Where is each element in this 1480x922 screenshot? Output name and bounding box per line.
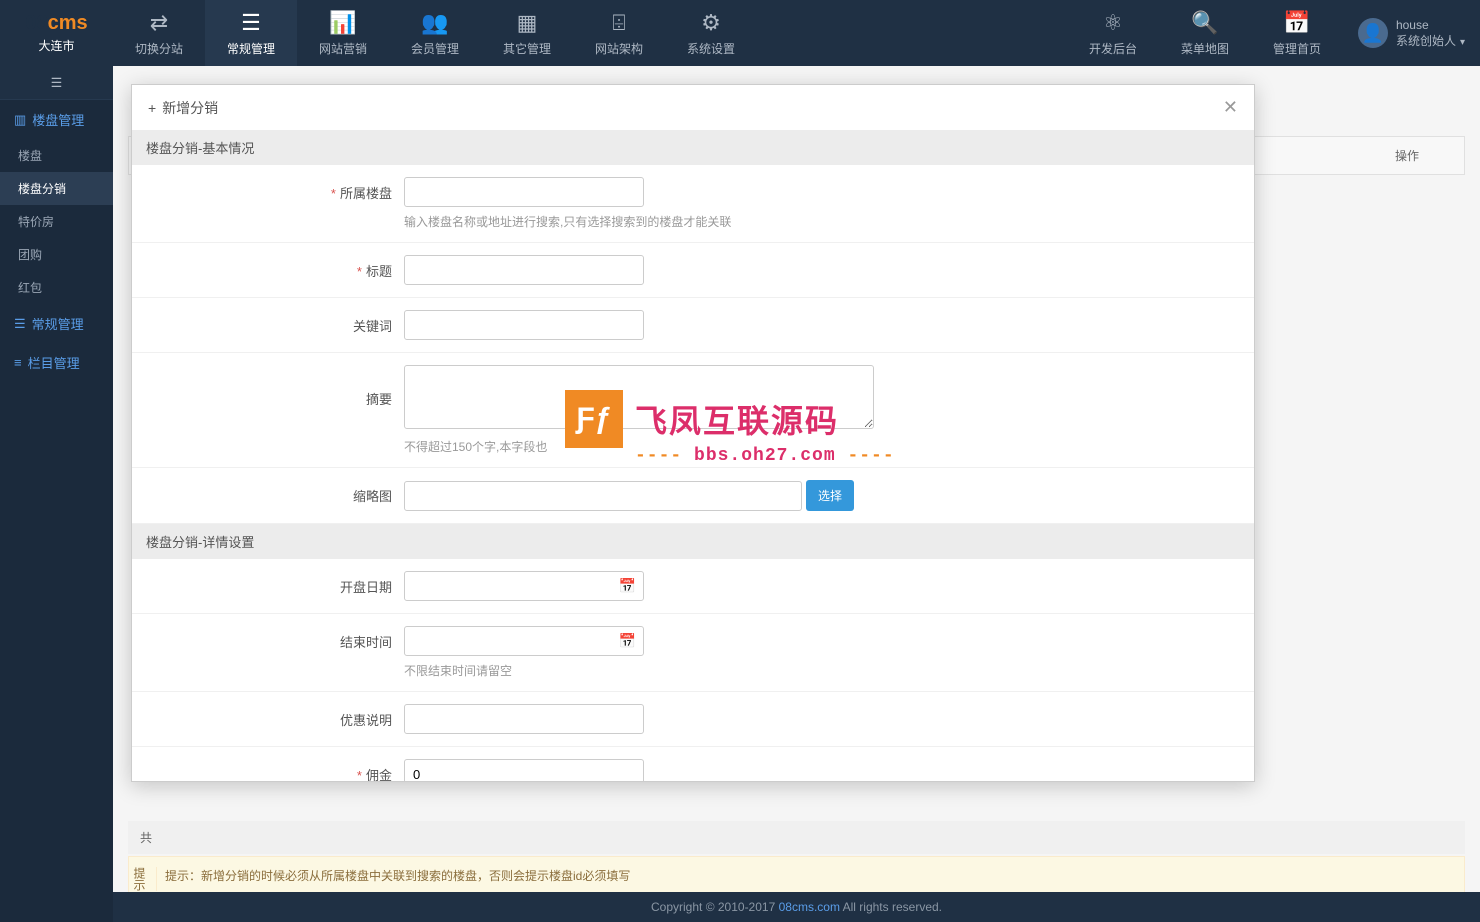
modal-header: + 新增分销 ✕ xyxy=(132,85,1254,130)
sidebar-toggle[interactable]: ☰ xyxy=(0,66,113,100)
section-basic: 楼盘分销-基本情况 xyxy=(132,130,1254,165)
search-icon: 🔍 xyxy=(1191,10,1218,36)
nav-marketing[interactable]: 📊网站营销 xyxy=(297,0,389,66)
users-icon: 👥 xyxy=(421,10,448,36)
copyright: Copyright © 2010-2017 08cms.com All righ… xyxy=(113,892,1480,922)
label-summary: 摘要 xyxy=(366,392,392,407)
menu-icon: ≡ xyxy=(14,355,22,370)
title-input[interactable] xyxy=(404,255,644,285)
label-associated: 所属楼盘 xyxy=(340,186,392,201)
sidebar-group-building[interactable]: ▥楼盘管理 xyxy=(0,100,113,139)
nav-member[interactable]: 👥会员管理 xyxy=(389,0,481,66)
calendar-icon: 📅 xyxy=(1283,10,1310,36)
plus-icon: + xyxy=(148,100,156,116)
atom-icon: ⚛ xyxy=(1103,10,1123,36)
building-icon: ▥ xyxy=(14,112,26,128)
nav-switch-site[interactable]: ⇄切换分站 xyxy=(113,0,205,66)
modal-body: 楼盘分销-基本情况 *所属楼盘 输入楼盘名称或地址进行搜索,只有选择搜索到的楼盘… xyxy=(132,130,1254,781)
swap-icon: ⇄ xyxy=(150,10,168,36)
label-keywords: 关键词 xyxy=(353,319,392,334)
end-time-input[interactable] xyxy=(404,626,644,656)
avatar: 👤 xyxy=(1358,18,1388,48)
help-end-time: 不限结束时间请留空 xyxy=(404,662,1234,679)
top-navigation: 08cms 大连市 ⇄切换分站 ☰常规管理 📊网站营销 👥会员管理 ▦其它管理 … xyxy=(0,0,1480,66)
help-associated: 输入楼盘名称或地址进行搜索,只有选择搜索到的楼盘才能关联 xyxy=(404,213,1234,230)
copyright-link[interactable]: 08cms.com xyxy=(779,900,840,914)
sidebar-item-group[interactable]: 团购 xyxy=(0,238,113,271)
label-commission: 佣金 xyxy=(366,768,392,781)
sidebar-item-redpacket[interactable]: 红包 xyxy=(0,271,113,304)
label-end-time: 结束时间 xyxy=(340,635,392,650)
modal-close-button[interactable]: ✕ xyxy=(1223,97,1238,118)
grid-icon: ▦ xyxy=(517,10,538,36)
summary-textarea[interactable] xyxy=(404,365,874,429)
table-header-op: 操作 xyxy=(1395,147,1449,164)
gear-icon: ⚙ xyxy=(701,10,721,36)
logo: 08cms 大连市 xyxy=(0,2,113,64)
nav-other[interactable]: ▦其它管理 xyxy=(481,0,573,66)
add-distribution-modal: + 新增分销 ✕ 楼盘分销-基本情况 *所属楼盘 输入楼盘名称或地址进行搜索,只… xyxy=(131,84,1255,782)
caret-down-icon: ▾ xyxy=(1460,37,1465,48)
discount-input[interactable] xyxy=(404,704,644,734)
keywords-input[interactable] xyxy=(404,310,644,340)
label-discount: 优惠说明 xyxy=(340,713,392,728)
sidebar-item-building[interactable]: 楼盘 xyxy=(0,139,113,172)
topnav-right: ⚛开发后台 🔍菜单地图 📅管理首页 👤 house 系统创始人 ▾ xyxy=(1067,0,1480,66)
nav-settings[interactable]: ⚙系统设置 xyxy=(665,0,757,66)
select-file-button[interactable]: 选择 xyxy=(806,480,854,511)
tip-text: 提示：新增分销的时候必须从所属楼盘中关联到搜索的楼盘，否则会提示楼盘id必须填写 xyxy=(165,867,630,891)
nav-dev-backend[interactable]: ⚛开发后台 xyxy=(1067,0,1159,66)
sidebar-group-column[interactable]: ≡栏目管理 xyxy=(0,343,113,382)
sidebar: ☰ ▥楼盘管理 楼盘 楼盘分销 特价房 团购 红包 ☰常规管理 ≡栏目管理 xyxy=(0,66,113,922)
commission-input[interactable] xyxy=(404,759,644,781)
chart-icon: 📊 xyxy=(329,10,356,36)
list-icon: ☰ xyxy=(14,316,26,332)
label-open-date: 开盘日期 xyxy=(340,580,392,595)
logo-sub: 大连市 xyxy=(0,37,113,54)
nav-admin-home[interactable]: 📅管理首页 xyxy=(1251,0,1343,66)
pagination-info: 共 xyxy=(128,821,1465,854)
associated-building-input[interactable] xyxy=(404,177,644,207)
sitemap-icon: ⌹ xyxy=(612,10,625,36)
user-name: house xyxy=(1396,18,1465,32)
sidebar-item-special[interactable]: 特价房 xyxy=(0,205,113,238)
label-thumbnail: 缩略图 xyxy=(353,489,392,504)
nav-structure[interactable]: ⌹网站架构 xyxy=(573,0,665,66)
label-title: 标题 xyxy=(366,264,392,279)
sidebar-item-distribution[interactable]: 楼盘分销 xyxy=(0,172,113,205)
user-menu[interactable]: 👤 house 系统创始人 ▾ xyxy=(1343,0,1480,66)
tip-label: 提示 xyxy=(141,867,157,891)
sidebar-group-general[interactable]: ☰常规管理 xyxy=(0,304,113,343)
thumbnail-input[interactable] xyxy=(404,481,802,511)
help-summary: 不得超过150个字,本字段也 xyxy=(404,438,1234,455)
form-icon: ☰ xyxy=(241,10,261,36)
nav-general-manage[interactable]: ☰常规管理 xyxy=(205,0,297,66)
topnav-left: ⇄切换分站 ☰常规管理 📊网站营销 👥会员管理 ▦其它管理 ⌹网站架构 ⚙系统设… xyxy=(113,0,757,66)
modal-title-text: 新增分销 xyxy=(162,98,218,118)
user-role: 系统创始人 xyxy=(1396,34,1456,48)
section-detail: 楼盘分销-详情设置 xyxy=(132,524,1254,559)
open-date-input[interactable] xyxy=(404,571,644,601)
nav-menu-map[interactable]: 🔍菜单地图 xyxy=(1159,0,1251,66)
